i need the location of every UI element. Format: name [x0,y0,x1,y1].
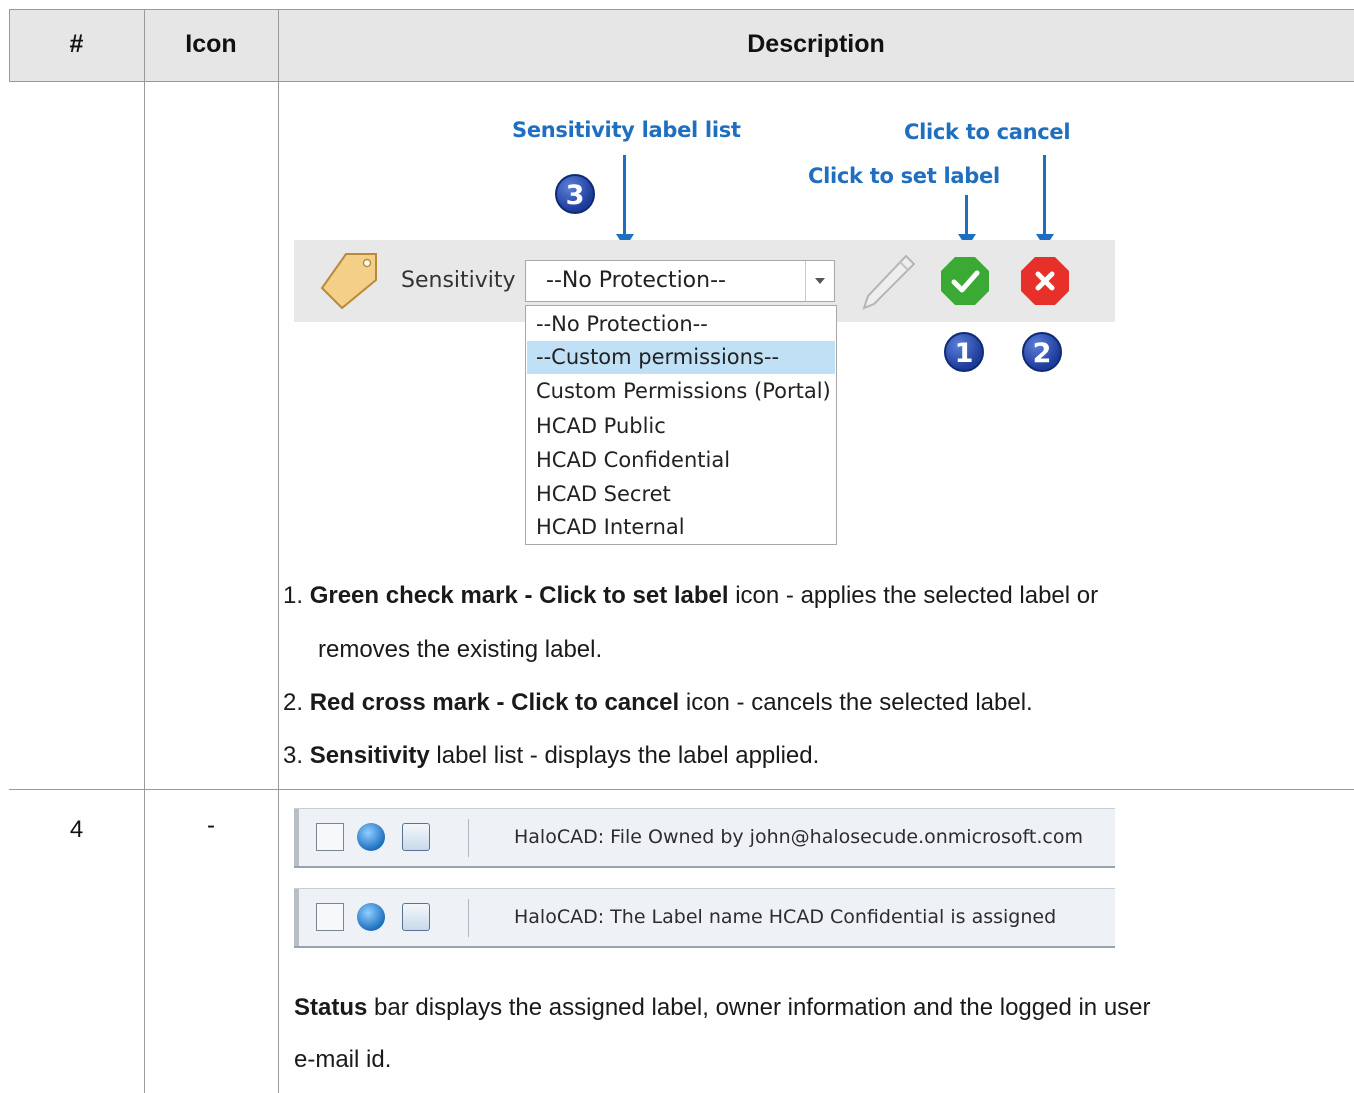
status-description-bold: Status [294,994,368,1021]
globe-icon[interactable] [357,823,385,851]
status-bar-edge [294,889,299,946]
list-item-continuation: removes the existing label. [318,636,603,663]
window-icon[interactable] [402,903,430,931]
callout-label-list: Sensitivity label list [512,118,741,142]
list-item-bold: Red cross mark - Click to cancel [309,689,680,716]
table-border-top [9,9,1354,10]
row-divider [9,789,1354,790]
row-number: 4 [69,816,84,843]
tree-view-icon[interactable] [316,903,344,931]
cross-icon[interactable] [1019,255,1071,307]
dropdown-option[interactable]: HCAD Secret [527,478,835,511]
status-separator [468,819,469,857]
list-item: 2. Red cross mark - Click to cancel icon… [283,689,1033,716]
list-item: 1. Green check mark - Click to set label… [283,582,1099,609]
dropdown-option[interactable]: Custom Permissions (Portal) [527,375,835,408]
header-divider [9,81,1354,82]
pencil-icon [862,254,916,310]
dropdown-option[interactable]: HCAD Public [527,410,835,443]
status-separator [468,899,469,937]
status-bar: HaloCAD: File Owned by john@halosecude.o… [294,808,1115,868]
sensitivity-combobox[interactable]: --No Protection-- [525,260,835,302]
dropdown-option-selected[interactable]: --Custom permissions-- [527,341,835,374]
header-number: # [69,30,84,58]
dropdown-option[interactable]: HCAD Confidential [527,444,835,477]
globe-icon[interactable] [357,903,385,931]
arrow-stem-list [623,155,626,235]
header-description: Description [747,30,885,58]
status-bar: HaloCAD: The Label name HCAD Confidentia… [294,888,1115,948]
window-icon[interactable] [402,823,430,851]
chevron-down-icon[interactable] [805,261,834,301]
tree-view-icon[interactable] [316,823,344,851]
sensitivity-dropdown-list: --No Protection-- --Custom permissions--… [525,305,837,545]
badge-three: 3 [555,174,595,214]
arrow-stem-cancel [1043,155,1046,235]
column-divider-2 [278,9,279,1093]
badge-two: 2 [1022,332,1062,372]
check-icon[interactable] [939,255,991,307]
sensitivity-label: Sensitivity [401,268,516,293]
callout-set-label: Click to set label [808,164,1000,188]
status-bar-edge [294,809,299,866]
column-divider-1 [144,9,145,1093]
header-icon: Icon [185,30,237,58]
list-item-bold: Green check mark - Click to set label [309,582,729,609]
tag-icon [320,253,377,310]
status-description-continuation: e-mail id. [294,1046,392,1073]
dropdown-option[interactable]: --No Protection-- [527,308,835,341]
arrow-stem-set [965,195,968,235]
badge-one: 1 [944,332,984,372]
combobox-value: --No Protection-- [546,268,726,293]
status-bar-text: HaloCAD: The Label name HCAD Confidentia… [514,906,1057,928]
status-description: Status bar displays the assigned label, … [294,994,1151,1021]
list-item: 3. Sensitivity label list - displays the… [283,742,820,769]
row-icon-cell: - [207,812,215,839]
list-item-bold: Sensitivity [309,742,430,769]
dropdown-option[interactable]: HCAD Internal [527,511,835,544]
status-bar-text: HaloCAD: File Owned by john@halosecude.o… [514,826,1083,848]
callout-cancel: Click to cancel [904,120,1071,144]
